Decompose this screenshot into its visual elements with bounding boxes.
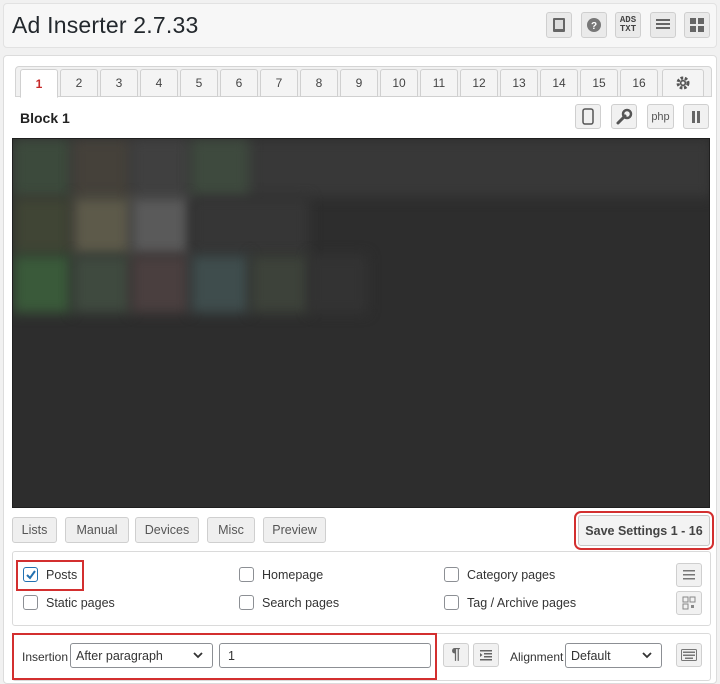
posts-option[interactable]: Posts (23, 567, 77, 582)
editor-blur (73, 255, 131, 313)
app-header: Ad Inserter 2.7.33 ? ADS TXT (3, 3, 717, 48)
tab-3[interactable]: 3 (100, 69, 138, 97)
svg-text:?: ? (591, 21, 597, 32)
homepage-option[interactable]: Homepage (239, 567, 323, 582)
tab-4[interactable]: 4 (140, 69, 178, 97)
insertion-label: Insertion (22, 650, 69, 664)
tab-settings[interactable] (662, 69, 704, 97)
misc-button[interactable]: Misc (207, 517, 255, 543)
book-icon[interactable] (546, 12, 572, 38)
static-pages-label: Static pages (46, 595, 115, 610)
alignment-value: Default (571, 648, 611, 663)
tab-1[interactable]: 1 (20, 69, 58, 98)
search-pages-option[interactable]: Search pages (239, 595, 339, 610)
tab-5[interactable]: 5 (180, 69, 218, 97)
tab-14[interactable]: 14 (540, 69, 578, 97)
tab-13[interactable]: 13 (500, 69, 538, 97)
tag-archive-pages-checkbox[interactable] (444, 595, 459, 610)
category-pages-checkbox[interactable] (444, 567, 459, 582)
alignment-select[interactable]: Default (565, 643, 662, 668)
editor-blur (13, 197, 71, 255)
posts-label: Posts (46, 567, 78, 582)
editor-blur (251, 255, 309, 313)
editor-blur (191, 255, 249, 313)
tab-7[interactable]: 7 (260, 69, 298, 97)
tab-9[interactable]: 9 (340, 69, 378, 97)
category-pages-option[interactable]: Category pages (444, 567, 555, 582)
block-title: Block 1 (20, 110, 70, 126)
block-tabs: 1 2 3 4 5 6 7 8 9 10 11 12 13 14 15 16 (15, 66, 712, 98)
tag-archive-pages-label: Tag / Archive pages (467, 595, 577, 610)
keyboard-icon[interactable] (676, 643, 702, 667)
blocks-icon[interactable] (684, 12, 710, 38)
tab-12[interactable]: 12 (460, 69, 498, 97)
qr-code-icon[interactable] (676, 591, 702, 615)
category-pages-label: Category pages (467, 567, 556, 582)
tab-8[interactable]: 8 (300, 69, 338, 97)
paragraph-number-input[interactable]: 1 (219, 643, 431, 668)
manual-button[interactable]: Manual (65, 517, 129, 543)
mobile-device-icon[interactable] (575, 104, 601, 129)
list-icon[interactable] (676, 563, 702, 587)
editor-blur (73, 139, 131, 197)
static-pages-checkbox[interactable] (23, 595, 38, 610)
insertion-select[interactable]: After paragraph (70, 643, 213, 668)
tab-16[interactable]: 16 (620, 69, 658, 97)
editor-blur (131, 255, 189, 313)
chevron-down-icon (193, 652, 203, 659)
app-title: Ad Inserter 2.7.33 (12, 12, 199, 38)
chevron-down-icon (642, 652, 652, 659)
checkmark-icon (25, 569, 36, 580)
editor-blur (131, 197, 189, 255)
lists-button[interactable]: Lists (12, 517, 57, 543)
tag-archive-pages-option[interactable]: Tag / Archive pages (444, 595, 576, 610)
pause-icon[interactable] (683, 104, 709, 129)
save-settings-button[interactable]: Save Settings 1 - 16 (574, 511, 714, 550)
homepage-label: Homepage (262, 567, 324, 582)
block-panel: 1 2 3 4 5 6 7 8 9 10 11 12 13 14 15 16 B… (3, 55, 717, 684)
tab-10[interactable]: 10 (380, 69, 418, 97)
search-pages-label: Search pages (262, 595, 340, 610)
devices-button[interactable]: Devices (135, 517, 199, 543)
help-icon[interactable]: ? (581, 12, 607, 38)
php-button[interactable]: php (647, 104, 674, 129)
static-pages-option[interactable]: Static pages (23, 595, 115, 610)
preview-button[interactable]: Preview (263, 517, 326, 543)
page-types-panel: Posts Homepage Category pages Static pag… (12, 551, 711, 626)
editor-blur (13, 139, 71, 197)
ads-txt-line2: TXT (619, 24, 637, 34)
tab-6[interactable]: 6 (220, 69, 258, 97)
editor-blur (131, 139, 189, 197)
tab-2[interactable]: 2 (60, 69, 98, 97)
editor-blur (13, 255, 71, 313)
tab-15[interactable]: 15 (580, 69, 618, 97)
indent-icon[interactable] (473, 643, 499, 667)
code-editor[interactable] (12, 138, 710, 508)
insertion-panel: Insertion After paragraph 1 ¶ Alignment … (12, 633, 711, 681)
paragraph-icon[interactable]: ¶ (443, 643, 469, 667)
list-icon[interactable] (650, 12, 676, 38)
insertion-value: After paragraph (76, 648, 163, 663)
editor-blur (73, 197, 131, 255)
homepage-checkbox[interactable] (239, 567, 254, 582)
posts-checkbox[interactable] (23, 567, 38, 582)
gear-icon (676, 76, 690, 90)
tab-11[interactable]: 11 (420, 69, 458, 97)
editor-blur (309, 255, 367, 313)
search-pages-checkbox[interactable] (239, 595, 254, 610)
alignment-label: Alignment (510, 650, 564, 664)
wrench-icon[interactable] (611, 104, 637, 129)
ads-txt-icon[interactable]: ADS TXT (615, 12, 641, 38)
editor-blur (191, 197, 309, 255)
editor-blur (191, 139, 249, 197)
